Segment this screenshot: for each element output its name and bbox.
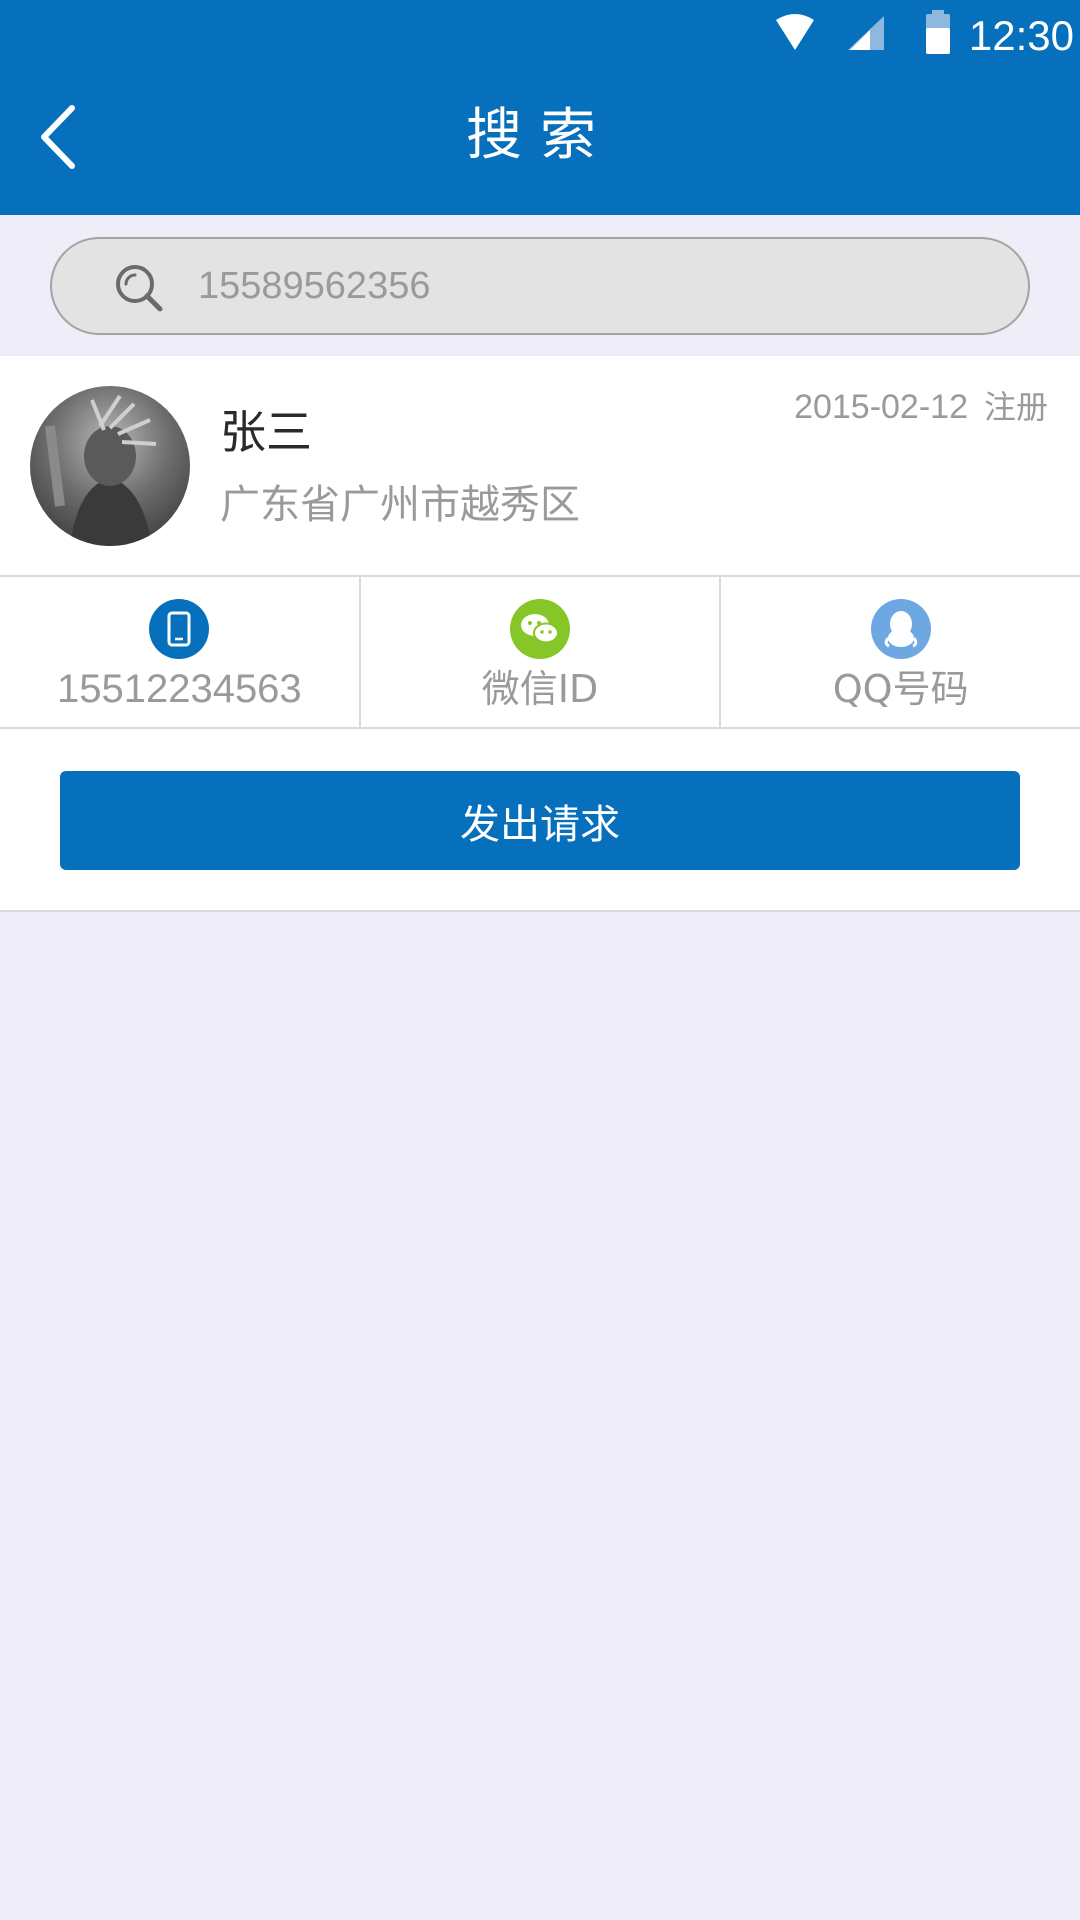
signal-icon bbox=[848, 16, 884, 50]
contact-wechat-label: 微信ID bbox=[481, 667, 599, 711]
register-label: 注册 bbox=[983, 388, 1048, 426]
wechat-icon bbox=[510, 599, 570, 659]
avatar-photo bbox=[45, 394, 157, 546]
user-location: 广东省广州市越秀区 bbox=[220, 482, 580, 528]
contact-row: 15512234563 微信ID QQ号码 bbox=[0, 577, 1080, 729]
battery-icon bbox=[926, 10, 950, 54]
contact-wechat[interactable]: 微信ID bbox=[361, 577, 722, 727]
app-bar: 搜索 bbox=[0, 72, 1080, 215]
avatar bbox=[30, 386, 190, 546]
register-date: 2015-02-12 bbox=[794, 388, 968, 426]
wifi-icon bbox=[776, 14, 814, 50]
page-title: 搜索 bbox=[466, 103, 614, 168]
contact-qq-label: QQ号码 bbox=[832, 667, 969, 711]
search-area bbox=[0, 215, 1080, 356]
status-time: 12:30 bbox=[968, 12, 1074, 59]
search-box[interactable] bbox=[50, 237, 1030, 335]
contact-phone[interactable]: 15512234563 bbox=[0, 577, 361, 727]
qq-icon bbox=[870, 599, 931, 659]
contact-phone-label: 15512234563 bbox=[56, 667, 302, 711]
contact-qq[interactable]: QQ号码 bbox=[721, 577, 1080, 727]
search-icon bbox=[116, 265, 163, 312]
status-bar: 12:30 bbox=[0, 0, 1080, 72]
send-request-button[interactable]: 发出请求 bbox=[60, 771, 1020, 870]
user-name: 张三 bbox=[220, 405, 312, 459]
register-info: 2015-02-12 注册 bbox=[794, 382, 1048, 428]
phone-icon bbox=[149, 599, 210, 659]
user-row[interactable]: 张三 广东省广州市越秀区 2015-02-12 注册 bbox=[0, 356, 1080, 577]
search-input[interactable] bbox=[196, 239, 976, 333]
result-card: 张三 广东省广州市越秀区 2015-02-12 注册 15512234563 微… bbox=[0, 356, 1080, 912]
